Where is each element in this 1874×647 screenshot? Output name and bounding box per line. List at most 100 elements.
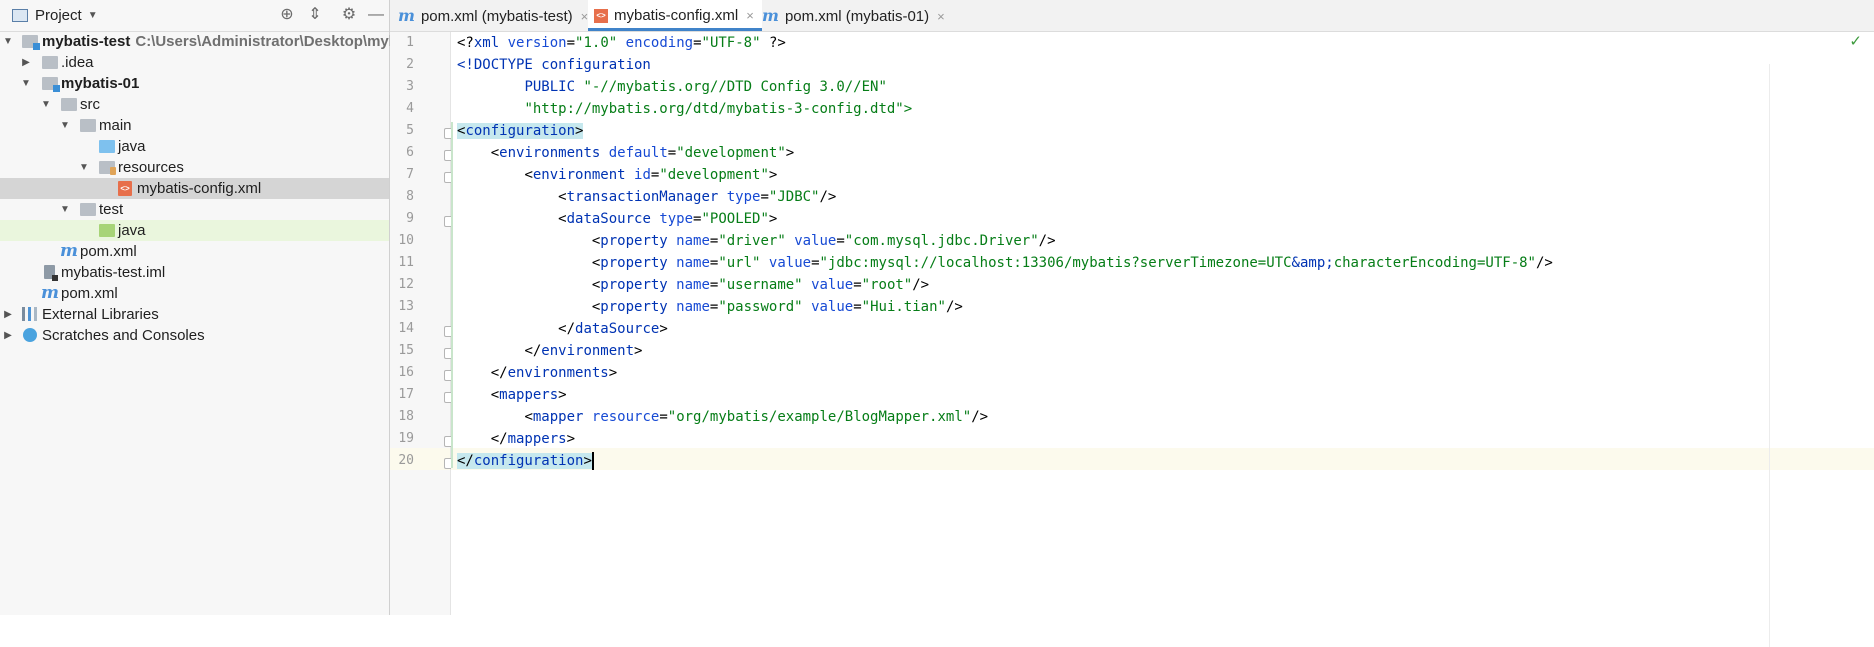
tree-item-label: test (99, 201, 124, 218)
line-number: 19 (398, 431, 414, 446)
tree-item-pom-module[interactable]: m pom.xml (0, 241, 389, 262)
xml-file-icon: <> (594, 9, 608, 24)
tree-item-test[interactable]: ▼ test (0, 199, 389, 220)
code-line-1: <?xml version="1.0" encoding="UTF-8" ?> (457, 35, 786, 51)
tree-item-main[interactable]: ▼ main (0, 115, 389, 136)
iml-file-icon (44, 265, 58, 281)
chevron-down-icon[interactable]: ▼ (59, 115, 71, 136)
tree-item-mybatis-01[interactable]: ▼ mybatis-01 (0, 73, 389, 94)
code-line-20: </configuration> (457, 452, 594, 470)
tree-item-label: resources (118, 159, 184, 176)
tree-item-src[interactable]: ▼ src (0, 94, 389, 115)
collapse-icon[interactable]: ⇕ (306, 6, 324, 24)
module-folder-icon (22, 35, 40, 50)
chevron-down-icon[interactable]: ▼ (20, 73, 32, 94)
project-panel-title[interactable]: Project (35, 7, 82, 24)
editor-gutter[interactable]: 1 2 3 4 5 6 7 8 9 10 11 12 13 14 15 16 1… (390, 32, 475, 615)
line-number: 10 (398, 233, 414, 248)
code-line-5: <configuration> (457, 123, 584, 139)
line-number: 17 (398, 387, 414, 402)
chevron-down-icon[interactable]: ▼ (40, 94, 52, 115)
tree-item-label: mybatis-test C:\Users\Administrator\Deskt… (42, 33, 443, 50)
text-caret (591, 452, 594, 470)
chevron-down-icon[interactable]: ▼ (78, 157, 90, 178)
code-line-17: <mappers> (490, 387, 567, 403)
tree-item-resources[interactable]: ▼ resources (0, 157, 389, 178)
project-view-icon (12, 9, 28, 22)
tree-item-mybatis-config[interactable]: <> mybatis-config.xml (0, 178, 389, 199)
folder-icon (61, 98, 77, 111)
chevron-down-icon[interactable]: ▼ (59, 199, 71, 220)
inspection-ok-icon[interactable]: ✓ (1849, 32, 1862, 50)
code-line-2: <!DOCTYPE configuration (457, 57, 651, 73)
tree-item-pom-root[interactable]: m pom.xml (0, 283, 389, 304)
project-panel: Project ▼ ⊕ ⇕ ⚙ — ▼ mybatis-test C:\Users… (0, 0, 442, 615)
tree-item-scratches[interactable]: ▶ Scratches and Consoles (0, 325, 389, 346)
chevron-down-icon[interactable]: ▼ (88, 10, 98, 21)
maven-icon: m (398, 6, 415, 25)
tree-item-external-libraries[interactable]: ▶ External Libraries (0, 304, 389, 325)
chevron-right-icon[interactable]: ▶ (2, 304, 14, 325)
tree-item-iml[interactable]: mybatis-test.iml (0, 262, 389, 283)
chevron-down-icon[interactable]: ▼ (2, 31, 14, 52)
line-number: 15 (398, 343, 414, 358)
tab-mybatis-config[interactable]: <> mybatis-config.xml × (588, 0, 762, 31)
editor-tab-bar: m pom.xml (mybatis-test) × <> mybatis-confi… (390, 0, 1874, 32)
line-number: 11 (398, 255, 414, 270)
tab-label: pom.xml (mybatis-test) (420, 8, 573, 25)
line-number: 13 (398, 299, 414, 314)
code-editor[interactable]: <?xml version="1.0" encoding="UTF-8" ?> … (451, 32, 1874, 647)
chevron-right-icon[interactable]: ▶ (2, 325, 14, 346)
tree-item-label: mybatis-config.xml (137, 180, 262, 197)
line-number: 1 (406, 35, 414, 50)
line-number: 14 (398, 321, 414, 336)
gear-icon[interactable]: ⚙ (340, 6, 358, 24)
maven-icon: m (60, 241, 78, 261)
tab-pom-mybatis-01[interactable]: m pom.xml (mybatis-01) × (762, 0, 945, 31)
line-number: 8 (406, 189, 414, 204)
minimize-icon[interactable]: — (367, 6, 385, 24)
code-line-6: <environments default="development"> (490, 145, 795, 161)
libraries-icon (22, 307, 38, 321)
resources-folder-icon (99, 161, 116, 175)
folder-icon (42, 56, 58, 69)
close-icon[interactable]: × (746, 8, 754, 23)
maven-icon: m (41, 283, 59, 303)
tab-pom-mybatis-test[interactable]: m pom.xml (mybatis-test) × (398, 0, 588, 31)
code-line-16: </environments> (490, 365, 618, 381)
code-line-9: <dataSource type="POOLED"> (558, 211, 778, 227)
line-number: 5 (406, 123, 414, 138)
code-line-11: <property name="url" value="jdbc:mysql:/… (591, 255, 1553, 271)
module-folder-icon (42, 77, 60, 92)
xml-file-icon: <> (118, 181, 132, 196)
tree-item-label: External Libraries (42, 306, 159, 323)
maven-icon: m (762, 6, 779, 25)
code-line-12: <property name="username" value="root"/> (591, 277, 930, 293)
tree-item-label: mybatis-test.iml (61, 264, 166, 281)
code-line-13: <property name="password" value="Hui.tia… (591, 299, 963, 315)
tree-item-label: .idea (61, 54, 94, 71)
line-number: 18 (398, 409, 414, 424)
folder-icon (80, 119, 96, 132)
line-number: 16 (398, 365, 414, 380)
code-line-19: </mappers> (490, 431, 576, 447)
test-source-folder-icon (99, 224, 115, 237)
tree-item-java-main[interactable]: java (0, 136, 389, 157)
line-number: 4 (406, 101, 414, 116)
locate-icon[interactable]: ⊕ (278, 6, 296, 24)
indent-guide (451, 122, 453, 468)
tree-item-label: mybatis-01 (61, 75, 140, 92)
line-number: 7 (406, 167, 414, 182)
line-number: 20 (398, 453, 414, 468)
tree-item-idea[interactable]: ▶ .idea (0, 52, 389, 73)
line-number: 9 (406, 211, 414, 226)
close-icon[interactable]: × (937, 9, 945, 24)
tree-item-java-test[interactable]: java (0, 220, 389, 241)
tree-item-mybatis-test[interactable]: ▼ mybatis-test C:\Users\Administrator\Des… (0, 31, 442, 52)
tab-label: mybatis-config.xml (614, 7, 739, 24)
scratches-icon (23, 328, 37, 342)
tree-item-label: Scratches and Consoles (42, 327, 205, 344)
code-line-4: "http://mybatis.org/dtd/mybatis-3-config… (524, 101, 913, 117)
chevron-right-icon[interactable]: ▶ (20, 52, 32, 73)
line-number: 12 (398, 277, 414, 292)
